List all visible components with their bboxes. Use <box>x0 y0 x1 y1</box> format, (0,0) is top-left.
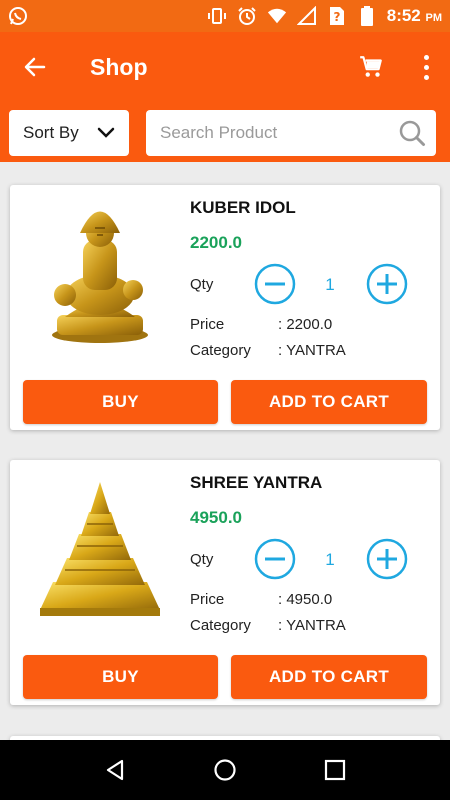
price-row: Price : 4950.0 <box>190 591 332 608</box>
buy-button[interactable]: BUY <box>23 380 218 424</box>
system-nav-bar <box>0 740 450 800</box>
qty-label: Qty <box>190 551 214 568</box>
add-to-cart-button[interactable]: ADD TO CART <box>231 655 427 699</box>
qty-value: 1 <box>325 275 335 294</box>
search-icon[interactable] <box>398 119 426 147</box>
nav-home-button[interactable] <box>210 755 240 785</box>
sort-by-dropdown[interactable]: Sort By <box>9 110 129 156</box>
product-price-highlight: 4950.0 <box>190 508 242 527</box>
svg-text:?: ? <box>333 10 340 24</box>
clock: 8:52 PM <box>386 6 442 25</box>
battery-icon <box>357 6 377 26</box>
kuber-idol-image <box>52 211 148 343</box>
price-value: : 4950.0 <box>278 591 333 608</box>
alarm-icon <box>237 6 257 26</box>
more-vertical-icon <box>423 54 429 60</box>
arrow-left-icon <box>24 57 46 77</box>
category-row: Category : YANTRA <box>190 342 346 359</box>
cart-icon <box>360 56 382 77</box>
product-card: SHREE YANTRA 4950.0 Qty 1 Price: 4950.0 … <box>10 460 440 705</box>
category-value: : YANTRA <box>278 342 346 359</box>
whatsapp-icon <box>8 6 28 26</box>
signal-icon <box>296 6 317 26</box>
square-recents-icon <box>324 759 346 781</box>
wifi-icon <box>267 6 287 26</box>
qty-label: Qty <box>190 276 214 293</box>
filter-bar: Sort By <box>0 102 450 162</box>
search-input[interactable] <box>160 123 390 143</box>
nav-recents-button[interactable] <box>320 755 350 785</box>
buy-button[interactable]: BUY <box>23 655 218 699</box>
price-value: : 2200.0 <box>278 316 333 333</box>
price-label: Price <box>190 316 225 333</box>
search-box <box>146 110 436 156</box>
decrease-qty-button[interactable] <box>254 538 296 580</box>
shree-yantra-image <box>40 482 160 616</box>
product-name: SHREE YANTRA <box>190 473 323 492</box>
back-button[interactable] <box>0 32 70 102</box>
sim-unknown-icon: ? <box>327 6 347 26</box>
circle-home-icon <box>214 759 236 781</box>
product-card: KUBER IDOL 2200.0 Qty 1 Price : 2200.0 Ca… <box>10 185 440 430</box>
status-bar: ? 8:52 PM <box>0 0 450 32</box>
nav-back-button[interactable] <box>100 755 130 785</box>
chevron-down-icon <box>97 127 115 138</box>
category-label: Category <box>190 617 251 634</box>
vibrate-icon <box>207 6 227 26</box>
product-name: KUBER IDOL <box>190 198 296 217</box>
app-toolbar: Shop <box>0 32 450 102</box>
increase-qty-button[interactable] <box>366 263 408 305</box>
cart-button[interactable] <box>358 54 384 80</box>
category-row: Category : YANTRA <box>190 617 346 634</box>
triangle-back-icon <box>106 759 124 781</box>
sort-by-label: Sort By <box>23 123 79 142</box>
add-to-cart-button[interactable]: ADD TO CART <box>231 380 427 424</box>
product-price-highlight: 2200.0 <box>190 233 242 252</box>
price-row: Price : 2200.0 <box>190 316 332 333</box>
category-label: Category <box>190 342 251 359</box>
qty-value: 1 <box>325 550 335 569</box>
category-value: : YANTRA <box>278 617 346 634</box>
page-title: Shop <box>90 53 148 80</box>
price-label: Price <box>190 591 225 608</box>
more-options-button[interactable] <box>420 52 432 82</box>
decrease-qty-button[interactable] <box>254 263 296 305</box>
increase-qty-button[interactable] <box>366 538 408 580</box>
